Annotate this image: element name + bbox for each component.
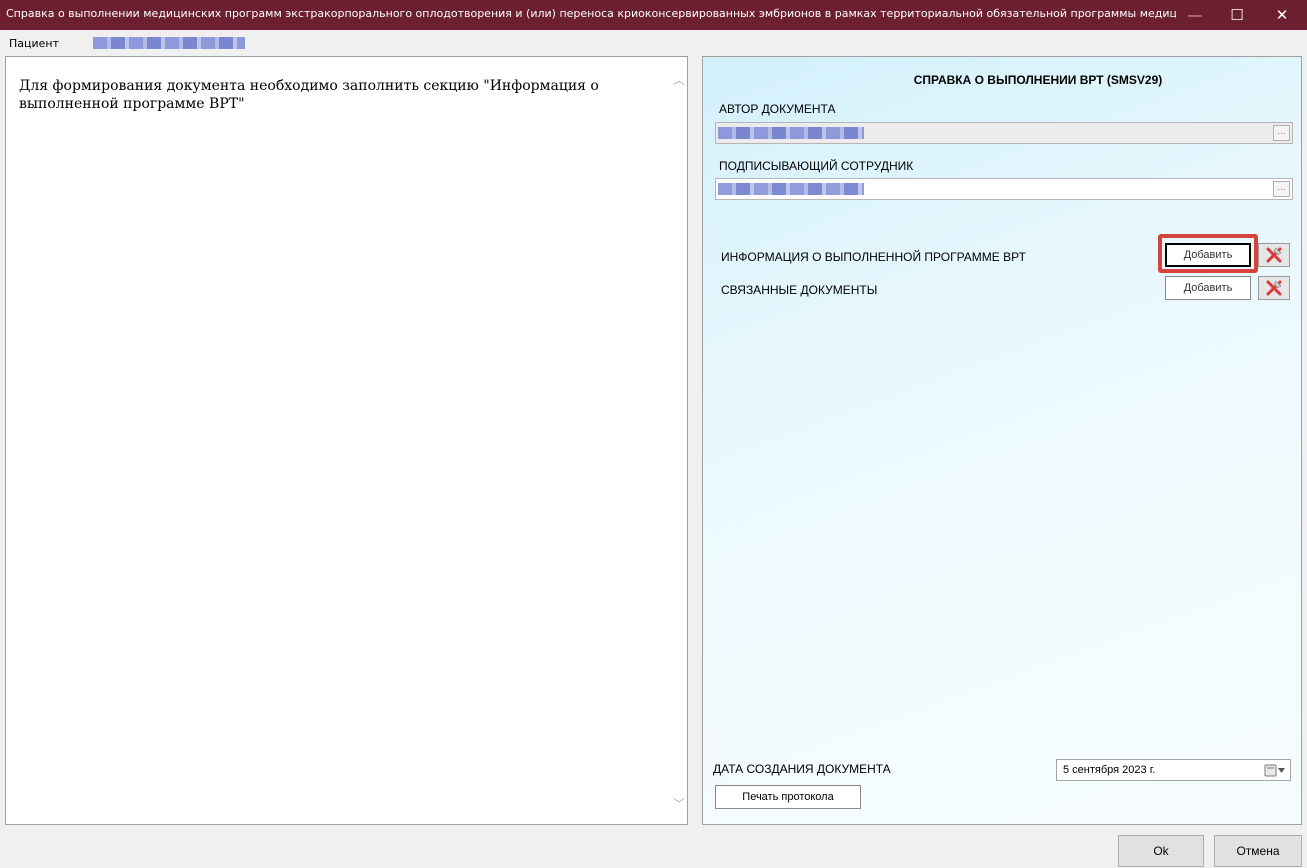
maximize-button[interactable]: ☐ <box>1214 0 1260 30</box>
close-button[interactable]: ✕ <box>1259 0 1305 30</box>
add-vrt-info-button[interactable]: Добавить <box>1165 243 1251 267</box>
signer-field[interactable]: ... <box>715 178 1293 200</box>
signer-select-button[interactable]: ... <box>1273 181 1290 197</box>
window-titlebar: Справка о выполнении медицинских програм… <box>0 0 1307 30</box>
print-protocol-button[interactable]: Печать протокола <box>715 785 861 809</box>
cancel-button[interactable]: Отмена <box>1214 835 1302 867</box>
scroll-up-button[interactable]: ︿ <box>672 71 686 87</box>
patient-name-redacted <box>93 37 245 49</box>
document-title: СПРАВКА О ВЫПОЛНЕНИИ ВРТ (SMSV29) <box>913 73 1163 87</box>
dialog-footer <box>0 830 1307 868</box>
signer-label: ПОДПИСЫВАЮЩИЙ СОТРУДНИК <box>719 159 914 173</box>
creation-date-picker[interactable]: 5 сентября 2023 г. <box>1056 759 1291 781</box>
add-related-docs-button[interactable]: Добавить <box>1165 276 1251 300</box>
section-label-vrt-info: ИНФОРМАЦИЯ О ВЫПОЛНЕННОЙ ПРОГРАММЕ ВРТ <box>721 250 1026 264</box>
window-title: Справка о выполнении медицинских програм… <box>6 7 1176 20</box>
calendar-icon[interactable] <box>1264 764 1286 777</box>
delete-icon <box>1266 280 1282 296</box>
scroll-down-button[interactable]: ﹀ <box>672 795 686 811</box>
signer-value-redacted <box>718 183 864 195</box>
minimize-button[interactable]: — <box>1172 0 1218 30</box>
author-field: ... <box>715 122 1293 144</box>
author-label: АВТОР ДОКУМЕНТА <box>719 102 836 116</box>
creation-date-value: 5 сентября 2023 г. <box>1063 764 1156 776</box>
author-value-redacted <box>718 127 864 139</box>
delete-vrt-info-button[interactable] <box>1258 243 1290 267</box>
ok-button[interactable]: Ok <box>1118 835 1204 867</box>
document-form-panel: СПРАВКА О ВЫПОЛНЕНИИ ВРТ (SMSV29) АВТОР … <box>702 56 1302 825</box>
delete-icon <box>1266 247 1282 263</box>
creation-date-label: ДАТА СОЗДАНИЯ ДОКУМЕНТА <box>713 762 891 776</box>
document-preview-panel: Для формирования документа необходимо за… <box>5 56 688 825</box>
patient-label: Пациент <box>9 37 60 50</box>
section-label-related-docs: СВЯЗАННЫЕ ДОКУМЕНТЫ <box>721 283 878 297</box>
dropdown-arrow-icon <box>1278 768 1285 773</box>
preview-message: Для формирования документа необходимо за… <box>19 78 599 112</box>
author-select-button: ... <box>1273 125 1290 141</box>
delete-related-docs-button[interactable] <box>1258 276 1290 300</box>
